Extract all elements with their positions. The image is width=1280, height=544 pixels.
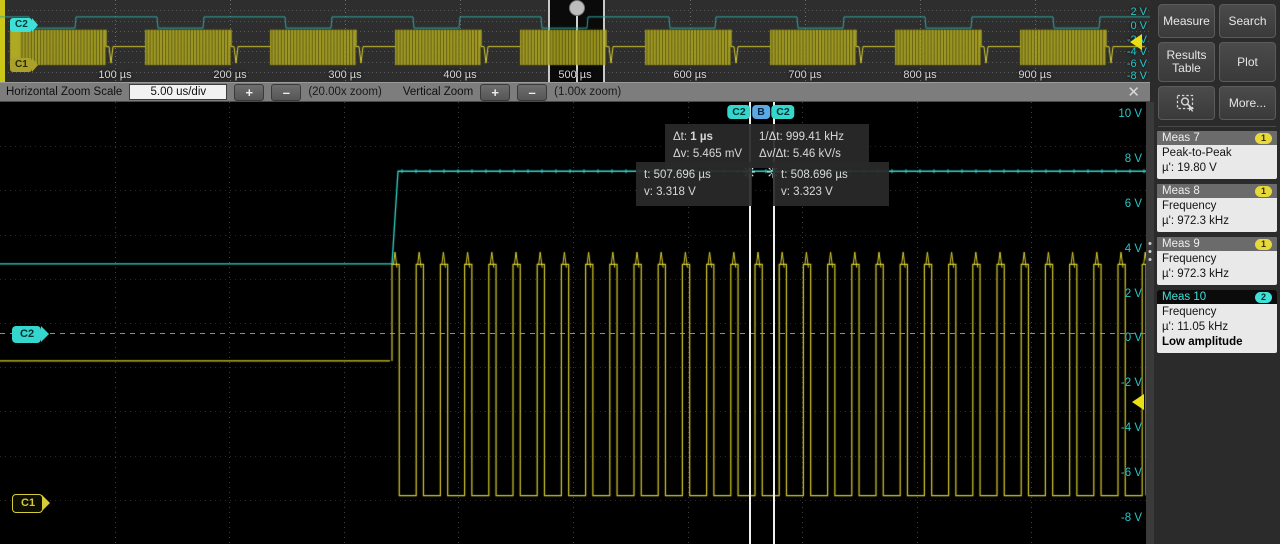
measurement-value: µ': 972.3 kHz [1162, 215, 1229, 227]
sidebar-button-row-3: More... [1154, 82, 1280, 120]
plot-waveform-canvas [0, 102, 1146, 544]
zoom-select-button[interactable] [1158, 86, 1215, 120]
horizontal-zoom-factor: (20.00x zoom) [308, 86, 382, 98]
horizontal-zoom-decrease-button[interactable]: – [271, 83, 302, 101]
overview-badge-c2[interactable]: C2 [10, 18, 38, 32]
ch2-reference-line [0, 333, 1146, 334]
plot-ch1-level-marker[interactable] [1132, 394, 1144, 410]
measurement-card-header[interactable]: Meas 8 1 [1157, 184, 1277, 198]
right-sidebar: Measure Search Results Table Plot More..… [1154, 0, 1280, 544]
measurement-card-header[interactable]: Meas 10 2 [1157, 290, 1277, 304]
inv-delta-t-value: 999.41 kHz [785, 131, 845, 143]
plot-voltage-tick: 0 V [1124, 332, 1142, 345]
measurement-source-badge: 1 [1254, 238, 1272, 250]
cursor-a-readout[interactable]: t: 507.696 µs v: 3.318 V [636, 162, 752, 206]
measurement-body: Frequency µ': 972.3 kHz [1157, 251, 1277, 285]
vertical-zoom-label: Vertical Zoom [402, 86, 474, 98]
delta-v-value: 5.465 mV [692, 148, 743, 160]
plot-tag-c1[interactable]: C1 [12, 494, 51, 513]
horizontal-zoom-scale-label: Horizontal Zoom Scale [6, 86, 123, 98]
measurement-card[interactable]: Meas 9 1 Frequency µ': 972.3 kHz [1157, 237, 1277, 285]
measurement-title: Meas 7 [1162, 132, 1200, 144]
measurement-card[interactable]: Meas 7 1 Peak-to-Peak µ': 19.80 V [1157, 131, 1277, 179]
plot-tag-c2[interactable]: C2 [12, 326, 50, 343]
cursor-b-readout[interactable]: t: 508.696 µs v: 3.323 V [773, 162, 889, 206]
zoom-waveform-plot[interactable]: 10 V 8 V 6 V 4 V 2 V 0 V -2 V -4 V -6 V -8 V C2 B… [0, 102, 1146, 544]
plot-voltage-tick: 6 V [1124, 197, 1142, 210]
cursor-link-tab[interactable]: B [752, 105, 770, 119]
measurement-value: µ': 11.05 kHz [1162, 321, 1229, 333]
sidebar-button-row-1: Measure Search [1154, 0, 1280, 38]
cursor-a-voltage: v: 3.318 V [644, 186, 696, 198]
plot-voltage-tick: -4 V [1120, 422, 1142, 435]
search-button[interactable]: Search [1219, 4, 1276, 38]
close-icon[interactable]: ✕ [1123, 85, 1144, 100]
measurement-value: µ': 972.3 kHz [1162, 268, 1229, 280]
vertical-zoom-factor: (1.00x zoom) [554, 86, 622, 98]
plot-voltage-tick: -8 V [1120, 512, 1142, 524]
results-table-button[interactable]: Results Table [1158, 42, 1215, 82]
plot-voltage-tick: -6 V [1120, 467, 1142, 480]
measurement-card-header[interactable]: Meas 9 1 [1157, 237, 1277, 251]
cursor-b-tab[interactable]: C2 [771, 105, 795, 119]
cursor-a-time: t: 507.696 µs [644, 169, 711, 181]
zoom-toolbar: Horizontal Zoom Scale 5.00 us/div + – (2… [0, 82, 1150, 102]
measurement-body: Frequency µ': 11.05 kHz Low amplitude [1157, 304, 1277, 353]
overview-badge-c1[interactable]: C1 [10, 58, 38, 72]
measure-button[interactable]: Measure [1158, 4, 1215, 38]
measurement-value: µ': 19.80 V [1162, 162, 1217, 174]
measurement-source-badge: 1 [1254, 132, 1272, 144]
measurement-title: Meas 8 [1162, 185, 1200, 197]
measurement-title: Meas 10 [1162, 291, 1207, 303]
plot-voltage-tick: 10 V [1118, 108, 1142, 120]
horizontal-zoom-scale-input[interactable]: 5.00 us/div [129, 84, 228, 100]
divider-grip-icon [1148, 242, 1152, 261]
delta-t-key: Δt: [673, 131, 688, 143]
measurement-warning: Low amplitude [1162, 336, 1243, 348]
measurement-body: Frequency µ': 972.3 kHz [1157, 198, 1277, 232]
measurement-title: Meas 9 [1162, 238, 1200, 250]
overview-waveform-panel[interactable]: 100 µs200 µs300 µs400 µs500 µs600 µs700 … [0, 0, 1150, 82]
measurement-type: Frequency [1162, 200, 1217, 212]
measurement-list: Meas 7 1 Peak-to-Peak µ': 19.80 V Meas 8 1 Fre… [1154, 131, 1280, 353]
panel-divider[interactable] [1146, 102, 1154, 544]
vertical-zoom-decrease-button[interactable]: – [517, 83, 548, 101]
oscilloscope-app: 100 µs200 µs300 µs400 µs500 µs600 µs700 … [0, 0, 1280, 544]
vertical-zoom-increase-button[interactable]: + [480, 83, 511, 101]
cursor-a-tab[interactable]: C2 [727, 105, 751, 119]
measurement-card[interactable]: Meas 10 2 Frequency µ': 11.05 kHz Low amplit… [1157, 290, 1277, 353]
sidebar-button-row-2: Results Table Plot [1154, 38, 1280, 82]
plot-voltage-tick: 2 V [1124, 287, 1142, 300]
plot-voltage-tick: -2 V [1120, 377, 1142, 390]
measurement-type: Peak-to-Peak [1162, 147, 1232, 159]
measurement-source-badge: 1 [1254, 185, 1272, 197]
measurement-type: Frequency [1162, 306, 1217, 318]
plot-voltage-tick: 4 V [1124, 242, 1142, 255]
horizontal-zoom-increase-button[interactable]: + [234, 83, 265, 101]
slope-value: 5.46 kV/s [792, 148, 841, 160]
inv-delta-t-key: 1/Δt: [759, 131, 783, 143]
measurement-source-badge: 2 [1254, 291, 1272, 303]
measurement-type: Frequency [1162, 253, 1217, 265]
delta-v-key: Δv: [673, 148, 690, 160]
cursor-b-voltage: v: 3.323 V [781, 186, 833, 198]
slope-key: Δv/Δt: [759, 148, 790, 160]
more-button[interactable]: More... [1219, 86, 1276, 120]
plot-voltage-tick: 8 V [1124, 152, 1142, 165]
delta-t-value: 1 µs [690, 131, 713, 143]
plot-button[interactable]: Plot [1219, 42, 1276, 82]
cursor-b-time: t: 508.696 µs [781, 169, 848, 181]
measurement-card-header[interactable]: Meas 7 1 [1157, 131, 1277, 145]
measurement-body: Peak-to-Peak µ': 19.80 V [1157, 145, 1277, 179]
sidebar-separator [1158, 126, 1276, 127]
zoom-cursor-icon [1176, 94, 1194, 112]
measurement-card[interactable]: Meas 8 1 Frequency µ': 972.3 kHz [1157, 184, 1277, 232]
overview-waveform-canvas [0, 0, 1150, 82]
